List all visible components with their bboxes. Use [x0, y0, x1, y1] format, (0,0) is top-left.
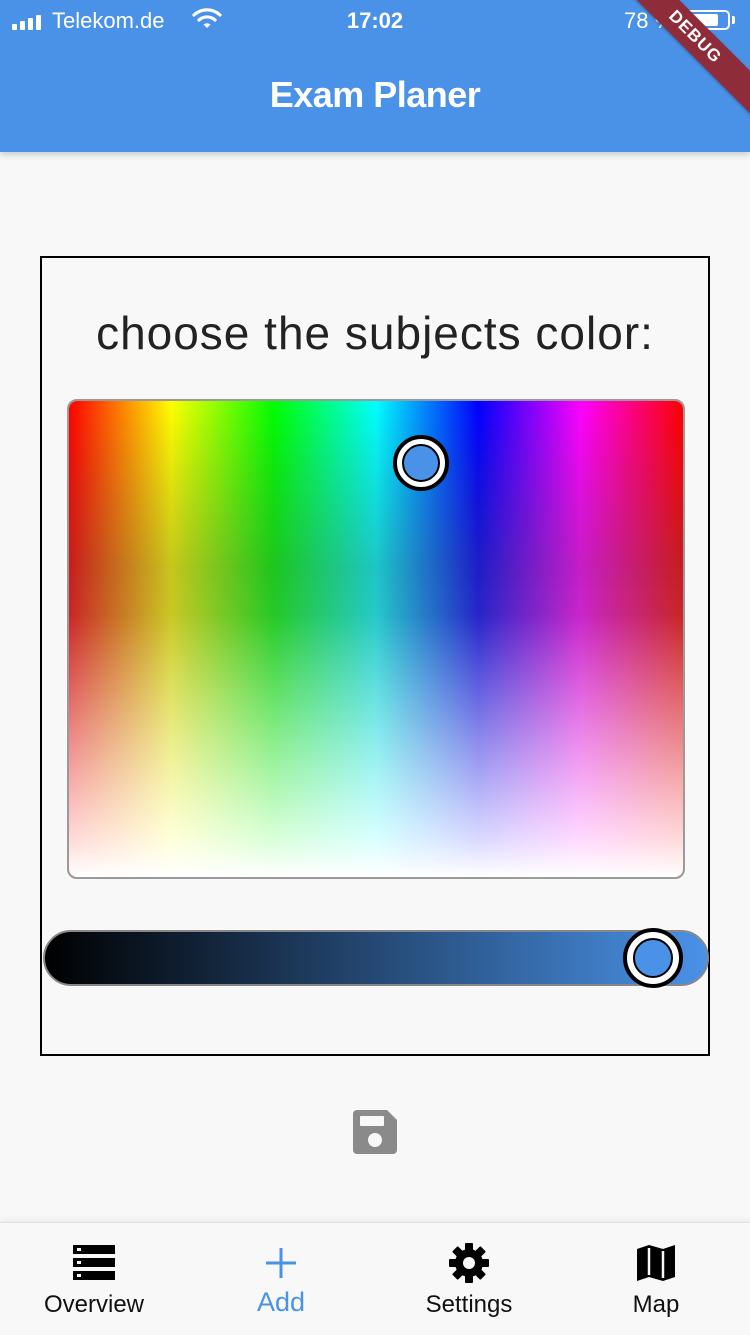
- hue-saturation-palette[interactable]: [67, 399, 685, 879]
- status-bar: Telekom.de 17:02 78 %: [0, 0, 750, 40]
- nav-item-settings[interactable]: Settings: [375, 1223, 563, 1335]
- picker-prompt: choose the subjects color:: [96, 307, 654, 359]
- nav-item-add[interactable]: Add: [187, 1223, 375, 1335]
- palette-selector-handle[interactable]: [393, 435, 449, 491]
- palette-saturation-layer: [69, 401, 683, 877]
- nav-item-map[interactable]: Map: [562, 1223, 750, 1335]
- brightness-slider[interactable]: [43, 928, 709, 988]
- brightness-slider-handle[interactable]: [623, 928, 683, 988]
- nav-item-overview[interactable]: Overview: [0, 1223, 188, 1335]
- bottom-navigation-bar: Overview Add Settings Map: [0, 1222, 750, 1335]
- app-header: Telekom.de 17:02 78 % Exam Planer DEBUG: [0, 0, 750, 152]
- color-picker-card: choose the subjects color:: [40, 256, 710, 1056]
- nav-label-map: Map: [632, 1291, 680, 1318]
- save-button[interactable]: [349, 1108, 401, 1160]
- plus-icon: [187, 1241, 375, 1285]
- page-title: Exam Planer: [269, 74, 481, 115]
- list-icon: [0, 1241, 188, 1285]
- floppy-disk-icon: [351, 1108, 399, 1161]
- map-icon: [562, 1241, 750, 1285]
- gear-icon: [375, 1241, 563, 1285]
- nav-label-settings: Settings: [425, 1291, 513, 1318]
- nav-label-add: Add: [256, 1287, 306, 1317]
- battery-tip: [732, 16, 735, 24]
- nav-label-overview: Overview: [43, 1291, 145, 1318]
